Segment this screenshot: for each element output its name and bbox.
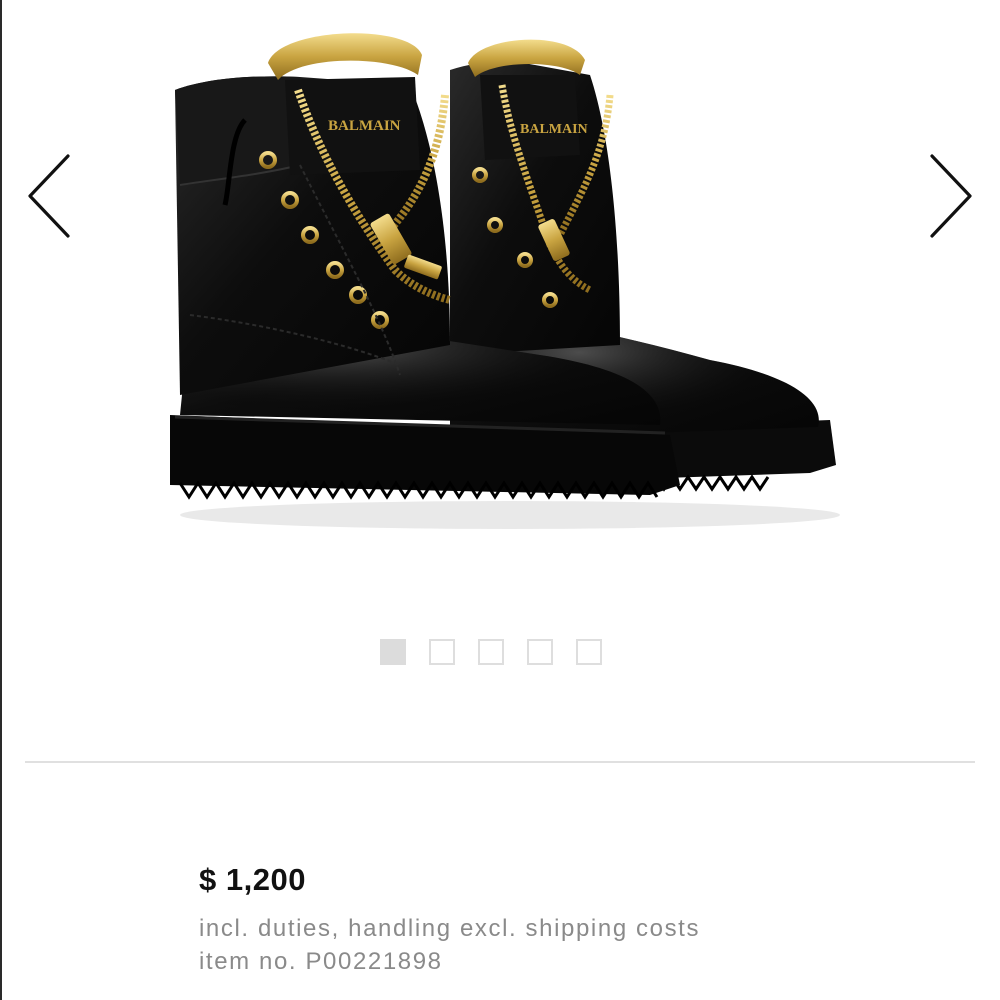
product-image[interactable]: BALMAIN BALMAIN: [150, 15, 850, 535]
previous-image-button[interactable]: [22, 150, 72, 246]
pagination-dot-4[interactable]: [527, 639, 553, 665]
pagination-dot-1[interactable]: [380, 639, 406, 665]
section-divider: [25, 761, 975, 763]
item-number: item no. P00221898: [199, 948, 443, 975]
next-image-button[interactable]: [928, 150, 978, 246]
product-gallery: BALMAIN BALMAIN: [0, 0, 1000, 665]
brand-logo: BALMAIN: [520, 122, 588, 137]
pagination-dot-3[interactable]: [478, 639, 504, 665]
chevron-left-icon: [28, 154, 70, 238]
brand-logo: BALMAIN: [328, 118, 401, 134]
chevron-right-icon: [930, 154, 972, 238]
image-pagination: [380, 639, 602, 665]
pagination-dot-5[interactable]: [576, 639, 602, 665]
price-note: incl. duties, handling excl. shipping co…: [199, 915, 701, 942]
price-section: $ 1,200 incl. duties, handling excl. shi…: [199, 862, 700, 978]
pagination-dot-2[interactable]: [429, 639, 455, 665]
product-price: $ 1,200: [199, 862, 306, 897]
